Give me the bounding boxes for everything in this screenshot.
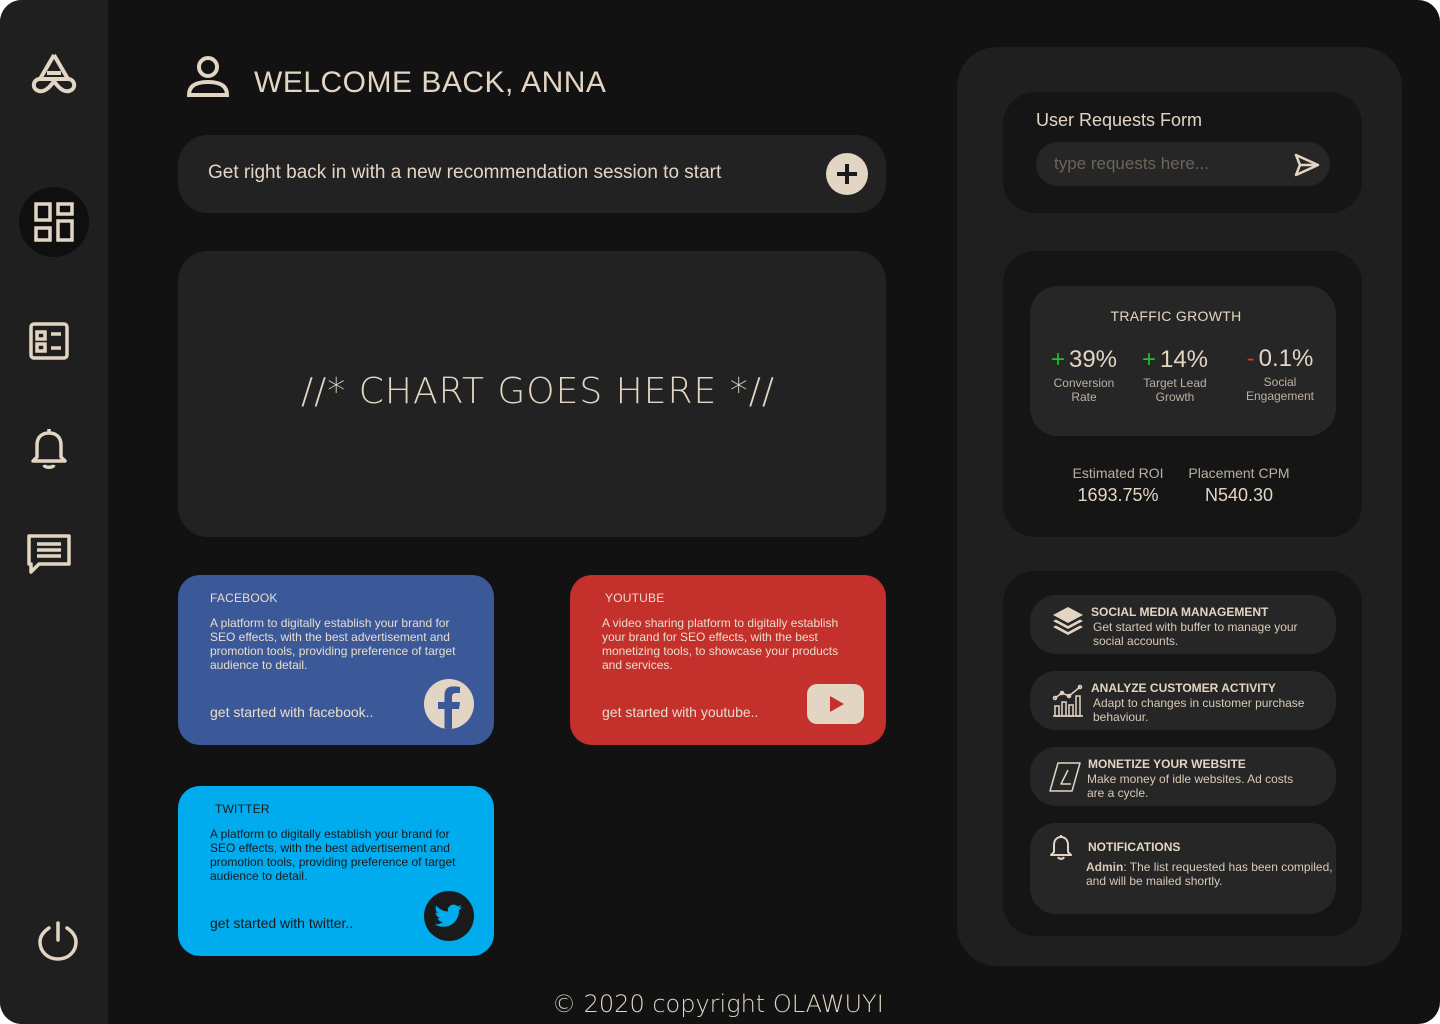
youtube-icon[interactable] — [807, 684, 864, 724]
notification-message: : The list requested has been compiled, … — [1086, 860, 1333, 888]
youtube-card[interactable]: YOUTUBE A video sharing platform to digi… — [570, 575, 886, 745]
feature-title: NOTIFICATIONS — [1088, 840, 1181, 854]
twitter-card[interactable]: TWITTER A platform to digitally establis… — [178, 786, 494, 956]
trend-sign: + — [1050, 346, 1065, 373]
nav-notifications[interactable] — [24, 423, 74, 473]
logout-button[interactable] — [33, 916, 83, 966]
stat-value: 39% — [1068, 346, 1118, 373]
chart-placeholder-text: //* CHART GOES HERE *// — [301, 371, 775, 412]
card-description: A video sharing platform to digitally es… — [602, 616, 839, 672]
kpi-estimated-roi: Estimated ROI 1693.75% — [1063, 465, 1173, 506]
copyright-footer: © 2020 copyright OLAWUYI — [552, 990, 884, 1018]
dashboard-icon — [34, 202, 74, 242]
trend-sign: + — [1141, 346, 1156, 373]
notification-sender: Admin — [1086, 860, 1124, 874]
plus-icon — [837, 164, 857, 184]
kpi-label: Placement CPM — [1188, 465, 1290, 481]
chart-area: //* CHART GOES HERE *// — [178, 251, 886, 537]
requests-form-title: User Requests Form — [1036, 110, 1203, 130]
traffic-growth-box: TRAFFIC GROWTH +39% Conversion Rate +14% … — [1030, 286, 1336, 436]
card-title: TWITTER — [215, 802, 270, 816]
twitter-icon[interactable] — [424, 891, 474, 941]
feature-description: Adapt to changes in customer purchase be… — [1093, 696, 1305, 724]
user-icon — [183, 55, 233, 101]
stat-conversion-rate: +39% Conversion Rate — [1044, 346, 1124, 404]
chat-icon — [27, 534, 71, 574]
nav-messages[interactable] — [24, 530, 74, 580]
bell-icon — [31, 429, 67, 469]
card-title: YOUTUBE — [605, 591, 665, 605]
traffic-stats-panel: TRAFFIC GROWTH +39% Conversion Rate +14% … — [1003, 251, 1362, 537]
facebook-card[interactable]: FACEBOOK A platform to digitally establi… — [178, 575, 494, 745]
feature-monetize-website[interactable]: MONETIZE YOUR WEBSITE Make money of idle… — [1030, 747, 1336, 806]
report-icon — [29, 322, 69, 360]
traffic-growth-title: TRAFFIC GROWTH — [1110, 308, 1242, 324]
feature-description: Admin: The list requested has been compi… — [1086, 860, 1336, 888]
stat-label: Engagement — [1245, 389, 1315, 403]
session-prompt: Get right back in with a new recommendat… — [208, 162, 722, 183]
feature-description: Get started with buffer to manage your s… — [1093, 620, 1298, 648]
card-description: A platform to digitally establish your b… — [210, 616, 456, 672]
stat-label: Social — [1263, 375, 1297, 389]
feature-title: MONETIZE YOUR WEBSITE — [1088, 757, 1246, 771]
stat-label: Target Lead — [1143, 376, 1207, 390]
logo-icon[interactable] — [22, 45, 86, 103]
kpi-placement-cpm: Placement CPM N540.30 — [1183, 465, 1295, 506]
feature-social-media-management[interactable]: SOCIAL MEDIA MANAGEMENT Get started with… — [1030, 595, 1336, 654]
analytics-chart-icon — [1051, 684, 1085, 718]
app-window: WELCOME BACK, ANNA Get right back in wit… — [0, 0, 1440, 1024]
stat-social-engagement: -0.1% Social Engagement — [1230, 345, 1330, 403]
nav-reports[interactable] — [24, 316, 74, 366]
sidebar — [0, 0, 108, 1024]
stat-target-lead-growth: +14% Target Lead Growth — [1132, 346, 1218, 404]
feature-notifications[interactable]: NOTIFICATIONS Admin: The list requested … — [1030, 823, 1336, 914]
feature-analyze-customer-activity[interactable]: ANALYZE CUSTOMER ACTIVITY Adapt to chang… — [1030, 671, 1336, 730]
kpi-value: N540.30 — [1204, 485, 1274, 505]
stat-label: Conversion — [1053, 376, 1115, 390]
layers-icon — [1051, 605, 1085, 639]
ad-page-icon — [1048, 760, 1082, 794]
new-session-bar[interactable]: Get right back in with a new recommendat… — [178, 135, 886, 213]
stat-label: Growth — [1155, 390, 1195, 404]
features-panel: SOCIAL MEDIA MANAGEMENT Get started with… — [1003, 571, 1362, 936]
user-requests-form: User Requests Form — [1003, 92, 1362, 213]
send-icon[interactable] — [1294, 153, 1320, 177]
facebook-get-started-link[interactable]: get started with facebook.. — [210, 704, 373, 720]
request-input[interactable] — [1036, 142, 1330, 186]
stat-value: 0.1% — [1258, 345, 1314, 372]
nav-dashboard[interactable] — [19, 187, 89, 257]
youtube-get-started-link[interactable]: get started with youtube.. — [602, 704, 758, 720]
kpi-label: Estimated ROI — [1072, 465, 1164, 481]
trend-sign: - — [1246, 345, 1255, 372]
stat-value: 14% — [1159, 346, 1209, 373]
add-session-button[interactable] — [826, 153, 868, 195]
feature-description: Make money of idle websites. Ad costs ar… — [1087, 772, 1294, 800]
card-title: FACEBOOK — [210, 591, 278, 605]
kpi-value: 1693.75% — [1077, 485, 1159, 505]
stat-label: Rate — [1071, 390, 1097, 404]
power-icon — [38, 921, 78, 961]
bell-icon — [1050, 834, 1076, 862]
welcome-title: WELCOME BACK, ANNA — [254, 66, 607, 99]
facebook-icon[interactable] — [424, 679, 474, 729]
twitter-get-started-link[interactable]: get started with twitter.. — [210, 915, 353, 931]
feature-title: SOCIAL MEDIA MANAGEMENT — [1091, 605, 1269, 619]
card-description: A platform to digitally establish your b… — [210, 827, 456, 883]
feature-title: ANALYZE CUSTOMER ACTIVITY — [1091, 681, 1276, 695]
